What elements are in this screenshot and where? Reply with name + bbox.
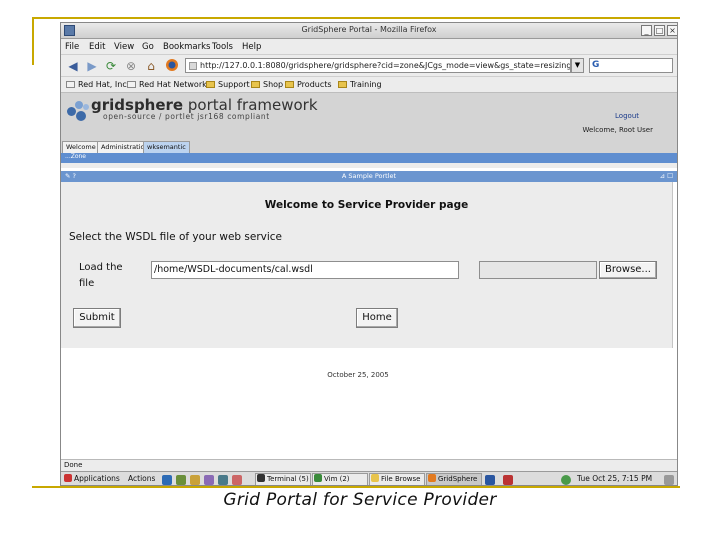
slide-left-rule bbox=[32, 17, 34, 65]
bookmark-page-icon bbox=[66, 81, 75, 88]
menu-help[interactable]: Help bbox=[242, 42, 261, 52]
firefox-icon bbox=[163, 58, 181, 74]
portlet-body: Welcome to Service Provider page Select … bbox=[61, 182, 673, 348]
url-dropdown-button[interactable]: ▼ bbox=[571, 58, 584, 73]
bookmark-item[interactable]: Red Hat Network bbox=[127, 80, 207, 89]
network-icon bbox=[561, 475, 571, 485]
url-text: http://127.0.0.1:8080/gridsphere/gridsph… bbox=[200, 61, 571, 70]
back-arrow-icon[interactable]: ◀ bbox=[65, 58, 81, 74]
slide-top-rule bbox=[32, 17, 680, 19]
minimize-button[interactable]: _ bbox=[641, 25, 652, 36]
printer-icon[interactable] bbox=[232, 475, 242, 485]
menu-edit[interactable]: Edit bbox=[89, 42, 105, 52]
bookmarks-toolbar: Red Hat, Inc. Red Hat Network Support Sh… bbox=[61, 77, 677, 93]
navigation-toolbar: ◀ ▶ ⟳ ⊗ ⌂ http://127.0.0.1:8080/gridsphe… bbox=[61, 55, 677, 77]
bookmark-folder[interactable]: Shop bbox=[251, 80, 283, 89]
slide: GridSphere Portal - Mozilla Firefox _ □ … bbox=[0, 0, 720, 540]
menu-tools[interactable]: Tools bbox=[212, 42, 233, 52]
footer-date: October 25, 2005 bbox=[327, 371, 389, 379]
browser-window: GridSphere Portal - Mozilla Firefox _ □ … bbox=[60, 22, 678, 486]
window-title: GridSphere Portal - Mozilla Firefox bbox=[301, 25, 437, 34]
folder-icon bbox=[338, 81, 347, 88]
logout-link[interactable]: Logout bbox=[615, 112, 639, 120]
google-search-icon: G bbox=[592, 60, 600, 70]
desktop-taskbar: Applications Actions Terminal (5) Vim (2… bbox=[61, 471, 677, 485]
bookmark-folder[interactable]: Training bbox=[338, 80, 382, 89]
bookmark-folder[interactable]: Products bbox=[285, 80, 332, 89]
folder-icon bbox=[251, 81, 260, 88]
window-titlebar[interactable]: GridSphere Portal - Mozilla Firefox _ □ … bbox=[61, 23, 677, 39]
gridsphere-header: gridsphere portal framework open-source … bbox=[61, 93, 677, 141]
status-text: Done bbox=[64, 461, 83, 469]
file-field[interactable] bbox=[479, 261, 597, 279]
workspace-icon[interactable] bbox=[485, 475, 495, 485]
status-bar: Done bbox=[61, 459, 677, 471]
slide-caption: Grid Portal for Service Provider bbox=[223, 490, 497, 510]
portlet-window-icons[interactable]: ⊿ ☐ bbox=[660, 172, 673, 180]
subtab-zone[interactable]: ...Zone bbox=[65, 153, 86, 160]
portlet-titlebar: ✎ ? A Sample Portlet ⊿ ☐ bbox=[61, 171, 677, 182]
home-button[interactable]: Home bbox=[356, 308, 398, 328]
menu-file[interactable]: File bbox=[65, 42, 79, 52]
tab-welcome[interactable]: Welcome bbox=[62, 141, 100, 153]
redhat-icon bbox=[64, 474, 72, 482]
folder-icon bbox=[371, 474, 379, 482]
menu-view[interactable]: View bbox=[114, 42, 134, 52]
taskbar-vim-button[interactable]: Vim (2) bbox=[312, 473, 368, 485]
page-heading: Welcome to Service Provider page bbox=[264, 199, 469, 211]
portal-tab-bar: Welcome Administration wksemantic bbox=[61, 141, 677, 153]
submit-button[interactable]: Submit bbox=[73, 308, 121, 328]
search-input[interactable]: G bbox=[589, 58, 673, 73]
subtab-bar: ...Zone bbox=[61, 153, 677, 163]
portlet-title: A Sample Portlet bbox=[341, 172, 397, 180]
spacer bbox=[61, 163, 677, 168]
reload-icon[interactable]: ⟳ bbox=[103, 58, 119, 74]
terminal-icon bbox=[257, 474, 265, 482]
bookmark-item[interactable]: Red Hat, Inc. bbox=[66, 80, 129, 89]
mail-launcher-icon[interactable] bbox=[176, 475, 186, 485]
wsdl-path-input[interactable]: /home/WSDL-documents/cal.wsdl bbox=[151, 261, 459, 279]
maximize-button[interactable]: □ bbox=[654, 25, 665, 36]
applications-menu[interactable]: Applications bbox=[64, 474, 120, 483]
logo-subtitle: open-source / portlet jsr168 compliant bbox=[103, 112, 270, 121]
taskbar-gridsphere-button[interactable]: GridSphere bbox=[426, 473, 482, 485]
gridsphere-logo-icon bbox=[67, 99, 91, 121]
taskbar-terminal-button[interactable]: Terminal (5) bbox=[255, 473, 311, 485]
taskbar-file-browser-button[interactable]: File Browse bbox=[369, 473, 425, 485]
slide-bottom-rule bbox=[32, 486, 680, 488]
welcome-user-text: Welcome, Root User bbox=[582, 126, 653, 134]
home-icon[interactable]: ⌂ bbox=[143, 58, 159, 74]
tab-wksemantic[interactable]: wksemantic bbox=[143, 141, 190, 153]
bookmark-page-icon bbox=[127, 81, 136, 88]
actions-menu[interactable]: Actions bbox=[128, 474, 155, 483]
presentation-launcher-icon[interactable] bbox=[204, 475, 214, 485]
folder-icon bbox=[285, 81, 294, 88]
close-button[interactable]: × bbox=[667, 25, 677, 36]
menu-bar: File Edit View Go Bookmarks Tools Help bbox=[61, 39, 677, 55]
firefox-icon bbox=[428, 474, 436, 482]
stop-icon[interactable]: ⊗ bbox=[123, 58, 139, 74]
load-file-label: Load the file bbox=[79, 262, 123, 289]
vim-icon bbox=[314, 474, 322, 482]
menu-go[interactable]: Go bbox=[142, 42, 154, 52]
page-content: gridsphere portal framework open-source … bbox=[61, 93, 677, 461]
menu-bookmarks[interactable]: Bookmarks bbox=[163, 42, 211, 52]
spreadsheet-launcher-icon[interactable] bbox=[218, 475, 228, 485]
office-launcher-icon[interactable] bbox=[190, 475, 200, 485]
select-wsdl-label: Select the WSDL file of your web service bbox=[69, 231, 283, 243]
folder-icon bbox=[206, 81, 215, 88]
page-icon bbox=[189, 62, 197, 70]
update-icon[interactable] bbox=[503, 475, 513, 485]
url-input[interactable]: http://127.0.0.1:8080/gridsphere/gridsph… bbox=[185, 58, 571, 73]
forward-arrow-icon[interactable]: ▶ bbox=[84, 58, 100, 74]
browse-button[interactable]: Browse... bbox=[599, 261, 657, 279]
volume-icon[interactable] bbox=[664, 475, 674, 485]
browser-launcher-icon[interactable] bbox=[162, 475, 172, 485]
bookmark-folder[interactable]: Support bbox=[206, 80, 250, 89]
clock[interactable]: Tue Oct 25, 7:15 PM bbox=[577, 474, 652, 483]
